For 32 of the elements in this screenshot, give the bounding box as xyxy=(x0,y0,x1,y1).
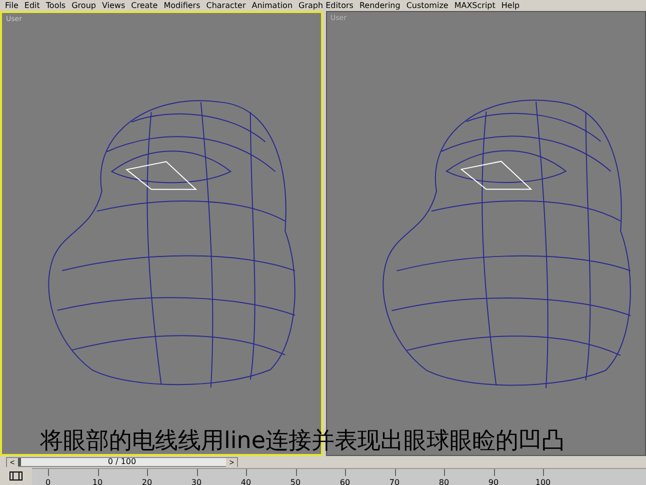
track-bar[interactable]: 0 10 20 30 40 50 60 70 80 90 100 xyxy=(32,468,646,485)
menu-item[interactable]: Help xyxy=(498,0,523,11)
menu-item[interactable]: Animation xyxy=(248,0,296,11)
frame-position: 0 / 100 xyxy=(108,457,136,466)
tick-label: 90 xyxy=(488,478,499,485)
menu-item[interactable]: Edit xyxy=(21,0,43,11)
tick-label: 40 xyxy=(240,478,252,485)
tick-label: 70 xyxy=(389,478,400,485)
menu-item[interactable]: MAXScript xyxy=(451,0,498,11)
menu-item[interactable]: Create xyxy=(128,0,161,11)
tick-label: 60 xyxy=(340,478,350,485)
menu-item[interactable]: Rendering xyxy=(356,0,404,11)
tick-label: 30 xyxy=(191,478,202,485)
slider-thumb[interactable] xyxy=(18,458,21,466)
tick-label: 50 xyxy=(290,478,301,485)
menu-item[interactable]: Character xyxy=(203,0,249,11)
previous-frame-button[interactable]: < xyxy=(7,458,18,466)
menu-item[interactable]: Customize xyxy=(403,0,452,11)
menu-item[interactable]: Group xyxy=(68,0,99,11)
menu-item[interactable]: Tools xyxy=(42,0,69,11)
tick-label: 0 xyxy=(45,478,51,485)
menu-item[interactable]: Modifiers xyxy=(160,0,204,11)
tick-label: 10 xyxy=(92,478,103,485)
menu-item[interactable]: Views xyxy=(98,0,128,11)
menu-item[interactable]: File xyxy=(2,0,22,11)
tick-label: 20 xyxy=(142,478,152,485)
track-bar-icon[interactable] xyxy=(9,471,23,481)
tick-label: 100 xyxy=(535,478,551,485)
menu-item[interactable]: Graph Editors xyxy=(296,0,356,11)
tick-label: 80 xyxy=(438,478,450,485)
next-frame-button[interactable]: > xyxy=(226,458,237,466)
time-slider[interactable]: < 0 / 100 > xyxy=(6,457,238,467)
